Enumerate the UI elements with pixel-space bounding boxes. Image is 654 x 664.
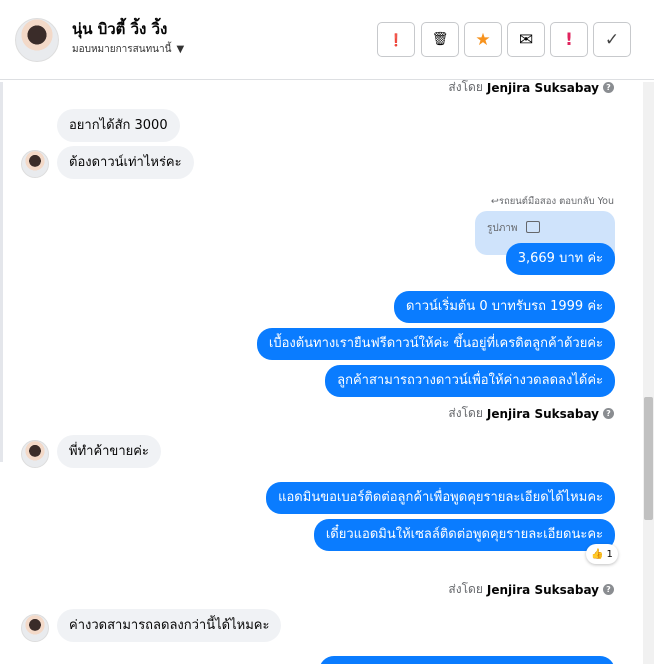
sent-by-prefix: ส่งโดย [448, 80, 483, 94]
sender-name: Jenjira Suksabay [486, 80, 599, 95]
mail-icon: ✉ [518, 29, 534, 50]
scrollbar-track[interactable] [643, 82, 654, 664]
assign-conversation-dropdown[interactable]: มอบหมายการสนทนานี้ ▼ [72, 42, 184, 57]
incoming-message[interactable]: พี่ทำค้าขายค่ะ [57, 435, 161, 468]
incoming-message[interactable]: ค่างวดสามารถลดลงกว่านี้ได้ไหมคะ [57, 609, 282, 642]
star-button[interactable]: ★ [464, 22, 502, 57]
reaction-badge[interactable]: 👍 1 [586, 544, 618, 564]
alert-button[interactable]: ❗ [377, 22, 415, 57]
sent-by-prefix: ส่งโดย [448, 406, 483, 420]
spam-button[interactable]: ! [550, 22, 588, 57]
spam-icon: ! [565, 29, 573, 50]
sender-avatar [21, 440, 49, 468]
reply-context: ↩รถยนต์มือสอง ตอบกลับ You [490, 196, 614, 207]
scrollbar-thumb[interactable] [644, 397, 653, 520]
star-icon: ★ [475, 29, 491, 50]
contact-name[interactable]: นุ่น บิวตี้ วิ้ง วิ้ง [72, 17, 167, 41]
outgoing-message[interactable]: เบื้องต้นทางเรายืนฟรีดาวน์ให้ค่ะ ขึ้นอยู… [256, 328, 615, 360]
outgoing-message[interactable]: เดี๋ยวแอดมินให้เซลล์ติดต่อพูดคุยรายละเอี… [313, 519, 615, 551]
outgoing-message[interactable]: ดาวน์เริ่มต้น 0 บาทรับรถ 1999 ค่ะ [393, 291, 615, 323]
conversation-header: นุ่น บิวตี้ วิ้ง วิ้ง มอบหมายการสนทนานี้… [0, 0, 654, 80]
outgoing-message[interactable]: ลูกค้าสามารถวางดาวน์เพื่อให้ค่างวดลดลงได… [325, 365, 615, 397]
contact-avatar[interactable] [15, 18, 59, 62]
sent-by-label: ส่งโดย Jenjira Suksabay ? [448, 580, 614, 599]
help-icon[interactable]: ? [603, 82, 614, 93]
mark-unread-button[interactable]: ✉ [507, 22, 545, 57]
alert-icon: ❗ [388, 32, 404, 47]
sender-avatar [21, 150, 49, 178]
incoming-message[interactable]: ต้องดาวน์เท่าไหร่คะ [57, 146, 194, 179]
outgoing-message-partial[interactable] [319, 656, 615, 664]
sent-by-label: ส่งโดย Jenjira Suksabay ? [448, 78, 614, 97]
check-icon: ✓ [604, 29, 620, 50]
trash-icon: 🗑 [431, 32, 449, 47]
delete-button[interactable]: 🗑 [421, 22, 459, 57]
help-icon[interactable]: ? [603, 408, 614, 419]
sender-avatar [21, 614, 49, 642]
panel-divider [0, 82, 3, 462]
help-icon[interactable]: ? [603, 584, 614, 595]
sender-name: Jenjira Suksabay [486, 582, 599, 597]
outgoing-message[interactable]: แอดมินขอเบอร์ติดต่อลูกค้าเพื่อพูดคุยรายล… [266, 482, 615, 514]
sent-by-prefix: ส่งโดย [448, 582, 483, 596]
reaction-count: 1 [606, 548, 613, 560]
sender-name: Jenjira Suksabay [486, 406, 599, 421]
assign-label: มอบหมายการสนทนานี้ [72, 44, 172, 55]
incoming-message[interactable]: อยากได้สัก 3000 [57, 109, 180, 142]
sent-by-label: ส่งโดย Jenjira Suksabay ? [448, 404, 614, 423]
thumbs-up-icon: 👍 [591, 548, 604, 560]
done-button[interactable]: ✓ [593, 22, 631, 57]
image-icon [525, 221, 540, 233]
caret-down-icon: ▼ [176, 44, 185, 55]
outgoing-message[interactable]: 3,669 บาท ค่ะ [505, 243, 615, 275]
